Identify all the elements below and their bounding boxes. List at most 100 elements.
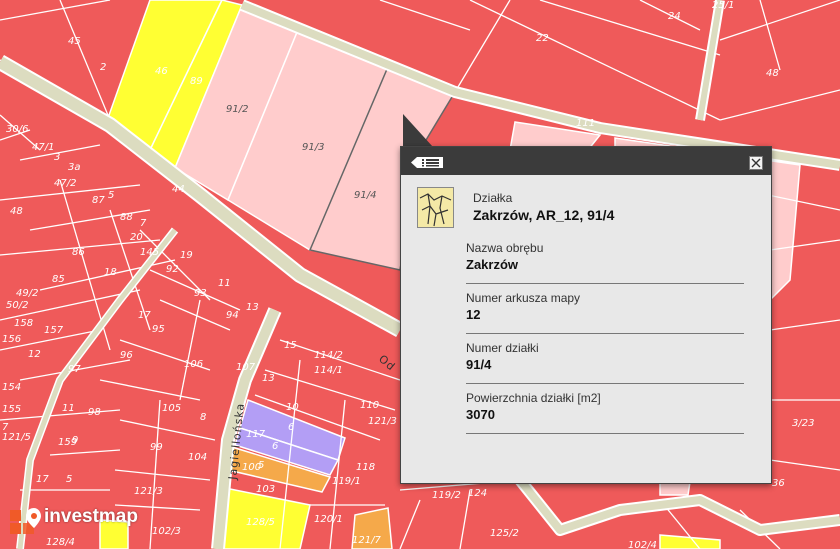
parcel-label: 91/3 [302,142,324,153]
field-precinct-name: Nazwa obrębu Zakrzów [466,241,744,284]
parcel-label: 105 [162,403,181,414]
parcel-label: 7 [140,218,147,229]
parcel-label: 88 [120,212,133,223]
parcel-label: 13 [246,302,259,313]
parcel-label: 85 [52,274,65,285]
parcel-label: 5 [258,460,264,471]
parcel-label: 22 [536,33,549,44]
parcel-label: 47/2 [54,178,76,189]
parcel-label: 99 [150,442,163,453]
parcel-label: 19 [180,250,193,261]
parcel-label: 119/1 [332,476,361,487]
parcel-label: 89 [190,76,203,87]
parcel-label: 11 [218,278,231,289]
parcel-label: 3/23 [792,418,814,429]
parcel-label: 86 [72,247,85,258]
parcel-label: 8 [200,412,206,423]
parcel-label: 50/2 [6,300,28,311]
brand-text: investmap [44,506,138,527]
parcel-label: 93 [194,288,207,299]
parcel-info-popup: Działka Zakrzów, AR_12, 91/4 Nazwa obręb… [400,146,772,484]
parcel-label: 158 [14,318,33,329]
parcel-label: 94 [226,310,239,321]
field-label: Nazwa obrębu [466,241,544,255]
parcel-label: 2 [100,62,106,73]
parcel-label: 6 [288,422,294,433]
investmap-logo: investmap [8,506,168,540]
parcel-label: 24 [668,11,681,22]
parcel-label: 13 [262,373,275,384]
parcel-label: 46 [155,66,168,77]
parcel-label: 97 [68,364,81,375]
field-parcel-number: Numer działki 91/4 [466,341,744,384]
parcel-label: 48 [10,206,23,217]
parcel-label: 45 [68,36,81,47]
parcel-label: 11 [62,403,75,414]
parcel-label: 104 [188,452,207,463]
parcel-map-icon [417,187,454,228]
parcel-label: 154 [2,382,21,393]
parcel-label: 121/3 [368,416,397,427]
parcel-label: 15 [284,340,297,351]
parcel-label: 42 [0,0,13,3]
field-value: 3070 [466,407,495,422]
parcel-label: 87 [92,195,105,206]
field-value: 91/4 [466,357,492,372]
parcel-label: 7 [2,422,9,433]
parcel-label: 114/2 [314,350,343,361]
parcel-label: 6 [272,441,278,452]
parcel-label: 121/3 [134,486,163,497]
field-label: Powierzchnia działki [m2] [466,391,601,405]
parcel-label: 30/6 [6,124,28,135]
parcel-label: 5 [108,190,114,201]
parcel-label: 25/1 [712,0,734,11]
parcel-label: 95 [152,324,165,335]
parcel-label: 124 [468,488,487,499]
parcel-label: 117 [246,429,266,440]
field-parcel-area: Powierzchnia działki [m2] 3070 [466,391,744,434]
parcel-label: 157 [44,325,64,336]
parcel-label: 91/2 [226,104,248,115]
parcel-label: 96 [120,350,133,361]
parcel-label: 17 [36,474,49,485]
parcel-label: 103 [256,484,275,495]
parcel-label: 48 [766,68,779,79]
parcel-label: 155 [2,404,21,415]
list-icon[interactable] [411,156,443,169]
parcel-label: 145 [140,247,159,258]
field-label: Numer arkusza mapy [466,291,581,305]
parcel-label: 110 [360,400,379,411]
parcel-label: 125/2 [490,528,519,539]
parcel-label: 111 [576,118,595,129]
parcel-label: 119/2 [432,490,461,501]
parcel-label: 20 [130,232,143,243]
parcel-label: 18 [104,267,117,278]
popup-title-label: Działka [473,191,513,205]
field-label: Numer działki [466,341,539,355]
close-icon[interactable] [749,156,763,170]
parcel-label: 120/1 [314,514,343,525]
parcel-label: 121/7 [352,535,381,546]
parcel-label: 114/1 [314,365,343,376]
parcel-label: 156 [2,334,21,345]
parcel-label: 98 [88,407,101,418]
parcel-label: 10 [286,402,299,413]
parcel-label: 107 [236,362,256,373]
field-value: 12 [466,307,481,322]
parcel-label: 102/4 [628,540,657,549]
parcel-label: 9 [72,435,78,446]
parcel-label: 3 [54,152,60,163]
popup-title: Zakrzów, AR_12, 91/4 [473,207,615,223]
parcel-label: 36 [772,478,785,489]
parcel-label: 92 [166,264,179,275]
popup-pointer [403,114,433,147]
parcel-label: 17 [138,310,151,321]
parcel-label: 44 [172,184,185,195]
parcel-label: 5 [66,474,72,485]
parcel-label: 118 [356,462,375,473]
parcel-label: 47/1 [32,142,54,153]
parcel-label: 106 [184,359,203,370]
popup-header-bar [401,147,771,175]
field-map-sheet-number: Numer arkusza mapy 12 [466,291,744,334]
parcel-label: 12 [28,349,41,360]
